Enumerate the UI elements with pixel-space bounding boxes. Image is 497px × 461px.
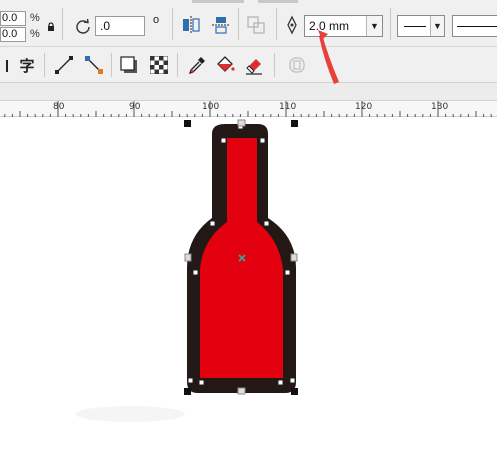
- drop-shadow-button[interactable]: [118, 54, 140, 76]
- rotation-angle-input[interactable]: .0: [95, 16, 145, 36]
- shape-tool-icon: [6, 60, 8, 72]
- transparency-icon: [150, 56, 168, 74]
- combine-icon: [247, 16, 265, 34]
- outline-width-value: 2.0 mm: [309, 19, 350, 33]
- separator: [238, 8, 239, 40]
- scale-height-unit: %: [30, 28, 40, 40]
- docker-strip: [0, 83, 497, 101]
- disabled-tool-button[interactable]: [286, 54, 308, 76]
- separator: [62, 8, 63, 40]
- frame-icon: [289, 57, 305, 73]
- arrow-style-preview: [457, 26, 497, 27]
- ruler-label-100: 100: [202, 102, 220, 112]
- transparency-button[interactable]: [148, 54, 170, 76]
- coreldraw-window: 0.0 0.0 % % .0 o 2.0 mm ▼ ▼ 字 80 90 100 …: [0, 0, 497, 461]
- separator: [276, 8, 277, 40]
- ruler-ticks: [4, 101, 492, 117]
- text-icon: 字: [19, 56, 35, 75]
- pen-nib-icon: [287, 15, 297, 35]
- line-tool-button[interactable]: [53, 54, 75, 76]
- right-middle-handle[interactable]: [290, 253, 298, 262]
- mirror-horizontal-icon: [183, 16, 200, 34]
- drawing-canvas[interactable]: [0, 117, 497, 461]
- line-tool-icon: [55, 56, 73, 74]
- line-style-preview: [404, 26, 426, 27]
- line-style-dropdown[interactable]: ▼: [397, 15, 445, 37]
- canvas-artwork: [75, 119, 298, 422]
- text-tool-button[interactable]: 字: [16, 54, 38, 76]
- ruler-label-90: 90: [129, 102, 141, 112]
- connector-tool-button[interactable]: [83, 54, 105, 76]
- chevron-down-icon[interactable]: ▼: [366, 16, 382, 36]
- outline-pen-icon-button: [281, 14, 303, 36]
- lock-ratio-button[interactable]: [44, 16, 58, 38]
- faint-smudge: [75, 406, 185, 422]
- eyedropper-button[interactable]: [186, 54, 208, 76]
- mirror-vertical-button[interactable]: [210, 14, 232, 36]
- ruler-label-120: 120: [355, 102, 373, 112]
- outline-width-dropdown[interactable]: 2.0 mm ▼: [304, 15, 383, 37]
- combine-button[interactable]: [245, 14, 267, 36]
- separator: [111, 53, 112, 77]
- eraser-icon: [246, 59, 262, 75]
- chevron-down-icon[interactable]: ▼: [430, 16, 444, 36]
- start-arrow-dropdown[interactable]: [452, 15, 497, 37]
- property-bar: 0.0 0.0 % % .0 o 2.0 mm ▼ ▼: [0, 0, 497, 47]
- separator: [177, 53, 178, 77]
- mirror-vertical-icon: [212, 17, 230, 34]
- rotation-icon-button: [72, 16, 94, 38]
- left-middle-handle[interactable]: [184, 253, 192, 262]
- scale-width-field[interactable]: 0.0: [0, 11, 26, 26]
- eraser-button[interactable]: [243, 54, 265, 76]
- separator: [44, 53, 45, 77]
- separator: [172, 8, 173, 40]
- ruler-label-80: 80: [53, 102, 65, 112]
- mirror-horizontal-button[interactable]: [180, 14, 202, 36]
- ruler-label-130: 130: [431, 102, 449, 112]
- connector-tool-icon: [85, 56, 103, 74]
- hidden-toolbar-item: [192, 0, 244, 3]
- horizontal-ruler[interactable]: 80 90 100 110 120 130: [0, 101, 497, 117]
- top-middle-handle[interactable]: [237, 119, 246, 127]
- separator: [274, 53, 275, 77]
- degree-symbol: o: [153, 14, 160, 26]
- separator: [390, 8, 391, 40]
- hidden-toolbar-item: [258, 0, 298, 3]
- scale-width-unit: %: [30, 12, 40, 24]
- lock-icon: [48, 22, 54, 31]
- partial-tool-button[interactable]: [0, 55, 16, 77]
- drop-shadow-icon: [120, 56, 137, 73]
- eyedropper-icon: [188, 57, 205, 75]
- fill-bucket-button[interactable]: [214, 54, 236, 76]
- fill-bucket-icon: [217, 56, 235, 72]
- rotate-icon: [76, 18, 90, 34]
- bottom-middle-handle[interactable]: [237, 387, 246, 395]
- ruler-label-110: 110: [279, 102, 297, 112]
- secondary-toolbar: 字: [0, 47, 497, 83]
- scale-height-field[interactable]: 0.0: [0, 27, 26, 42]
